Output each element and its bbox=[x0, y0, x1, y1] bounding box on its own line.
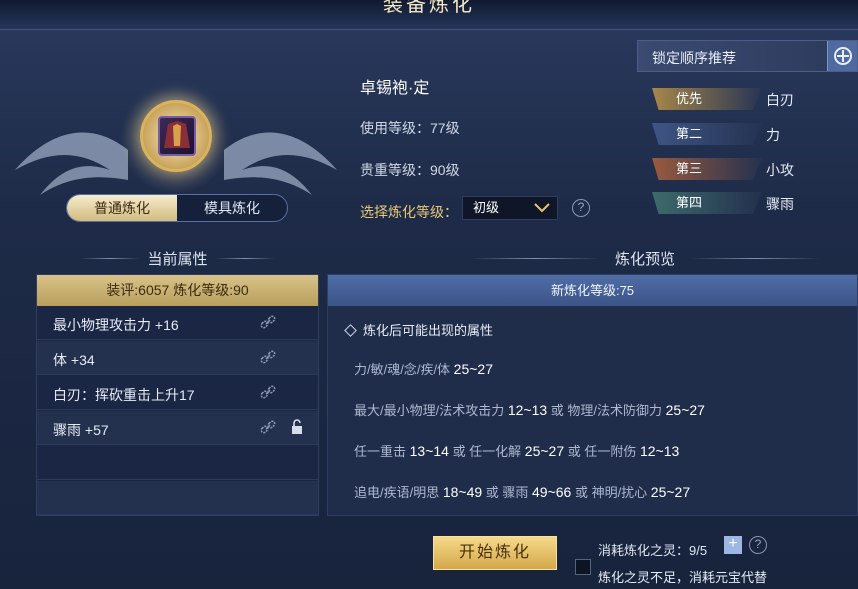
value-range: 49~66 bbox=[532, 484, 572, 500]
attribute-row bbox=[37, 446, 318, 480]
value-range: 12~13 bbox=[639, 443, 680, 459]
mode-tabs: 普通炼化 模具炼化 bbox=[66, 194, 288, 222]
lock-order-row: 第四 骤雨 bbox=[652, 192, 852, 214]
chain-link-icon[interactable] bbox=[260, 384, 276, 400]
value-range: 25~27 bbox=[665, 402, 705, 418]
preview-subtitle-row: 炼化后可能出现的属性 bbox=[344, 320, 494, 339]
heading-divider bbox=[80, 258, 140, 259]
priority-value: 力 bbox=[766, 127, 780, 143]
refine-level-dropdown[interactable]: 初级 bbox=[462, 196, 558, 220]
chevron-down-icon bbox=[534, 203, 550, 213]
title-bar: 装备炼化 bbox=[0, 0, 858, 30]
lock-order-row: 第二力 bbox=[652, 123, 852, 145]
tab-normal-refine[interactable]: 普通炼化 bbox=[67, 195, 177, 221]
attribute-name: 任一重击 bbox=[354, 444, 410, 459]
priority-tag: 第四 bbox=[652, 192, 762, 214]
attribute-name: 或 神明/扰心 bbox=[571, 485, 651, 500]
use-ingot-checkbox[interactable] bbox=[575, 559, 591, 575]
cost-value: 9/5 bbox=[689, 543, 708, 558]
preview-attribute-line: 追电/疾语/明思 18~49 或 骤雨 49~66 或 神明/扰心 25~27 bbox=[354, 482, 690, 501]
attribute-text: 白刃：挥砍重击上升17 bbox=[53, 387, 195, 403]
attribute-row: 骤雨 +57 bbox=[37, 411, 318, 445]
chain-link-icon[interactable] bbox=[260, 314, 276, 330]
left-wing-ornament bbox=[15, 132, 128, 195]
lock-settings-icon bbox=[834, 47, 852, 65]
attribute-row bbox=[37, 481, 318, 515]
value-range: 12~13 bbox=[507, 402, 548, 418]
refine-level-help-icon[interactable]: ? bbox=[572, 199, 590, 217]
insufficient-warning: 炼化之灵不足，消耗元宝代替 bbox=[598, 570, 768, 585]
value-range: 25~27 bbox=[524, 443, 565, 459]
attribute-name: 或 骤雨 bbox=[482, 485, 533, 500]
preview-heading: 炼化预览 bbox=[614, 251, 675, 268]
attribute-row: 白刃：挥砍重击上升17 bbox=[37, 376, 318, 410]
priority-value: 小攻 bbox=[766, 162, 794, 178]
value-level: 贵重等级：90级 bbox=[360, 162, 460, 178]
priority-tag: 第三 bbox=[652, 158, 762, 180]
preview-attribute-line: 力/敏/魂/念/疾/体 25~27 bbox=[354, 359, 493, 378]
heading-divider bbox=[215, 258, 275, 259]
attribute-name: 力/敏/魂/念/疾/体 bbox=[354, 362, 454, 377]
start-refine-button[interactable]: 开始炼化 bbox=[433, 536, 557, 570]
preview-attribute-line: 任一重击 13~14 或 任一化解 25~27 或 任一附伤 12~13 bbox=[354, 441, 679, 460]
value-range: 25~27 bbox=[453, 361, 493, 377]
lock-order-settings-button[interactable] bbox=[827, 41, 857, 71]
tab-mold-refine[interactable]: 模具炼化 bbox=[177, 195, 287, 221]
chain-link-icon[interactable] bbox=[260, 419, 276, 435]
current-attr-heading: 当前属性 bbox=[147, 251, 208, 268]
lock-order-panel: 锁定顺序推荐 bbox=[637, 40, 858, 72]
preview-header: 新炼化等级:75 bbox=[328, 275, 857, 306]
priority-tag: 优先 bbox=[652, 88, 762, 110]
lock-order-row: 第三 小攻 bbox=[652, 158, 852, 180]
preview-subtitle: 炼化后可能出现的属性 bbox=[363, 323, 494, 338]
right-wing-ornament bbox=[224, 132, 337, 195]
lock-order-title: 锁定顺序推荐 bbox=[652, 50, 736, 66]
attribute-name: 或 物理/法术防御力 bbox=[547, 403, 666, 418]
use-level: 使用等级：77级 bbox=[360, 120, 460, 136]
refine-preview-panel: 新炼化等级:75 炼化后可能出现的属性 力/敏/魂/念/疾/体 25~27 最大/… bbox=[327, 274, 858, 516]
robe-item-icon[interactable] bbox=[158, 116, 196, 156]
value-range: 18~49 bbox=[442, 484, 483, 500]
chain-link-icon[interactable] bbox=[260, 349, 276, 365]
value-range: 13~14 bbox=[409, 443, 449, 459]
refine-level-value: 初级 bbox=[473, 200, 500, 215]
cost-row: 消耗炼化之灵：9/5 bbox=[598, 540, 707, 559]
refine-level-label: 选择炼化等级： bbox=[360, 204, 458, 220]
cost-help-icon[interactable]: ? bbox=[749, 536, 767, 554]
attribute-name: 或 任一附伤 bbox=[564, 444, 640, 459]
current-attributes-panel: 装评:6057 炼化等级:90 最小物理攻击力 +16 体 +34 白刃：挥砍重击上… bbox=[36, 274, 319, 516]
current-attr-header: 装评:6057 炼化等级:90 bbox=[37, 275, 318, 306]
attribute-text: 骤雨 +57 bbox=[53, 422, 109, 438]
heading-divider bbox=[690, 258, 820, 259]
attribute-name: 最大/最小物理/法术攻击力 bbox=[354, 403, 508, 418]
priority-value: 骤雨 bbox=[766, 196, 794, 212]
attribute-name: 或 任一化解 bbox=[448, 444, 525, 459]
add-spirit-button[interactable]: + bbox=[724, 536, 742, 554]
attribute-row: 体 +34 bbox=[37, 341, 318, 375]
cost-label: 消耗炼化之灵： bbox=[598, 543, 690, 558]
attribute-text: 体 +34 bbox=[53, 352, 95, 368]
priority-tag: 第二 bbox=[652, 123, 762, 145]
lock-order-row: 优先 白刃 bbox=[652, 88, 852, 110]
attribute-text: 最小物理攻击力 +16 bbox=[53, 317, 179, 333]
preview-attribute-line: 最大/最小物理/法术攻击力 12~13 或 物理/法术防御力 25~27 bbox=[354, 400, 705, 419]
lock-icon[interactable] bbox=[289, 419, 305, 435]
diamond-icon bbox=[344, 324, 357, 337]
heading-divider bbox=[470, 258, 600, 259]
priority-value: 白刃 bbox=[766, 92, 794, 108]
attribute-row: 最小物理攻击力 +16 bbox=[37, 306, 318, 340]
attribute-name: 追电/疾语/明思 bbox=[354, 485, 443, 500]
item-name: 卓锡袍·定 bbox=[360, 80, 430, 97]
window-title: 装备炼化 bbox=[383, 0, 475, 16]
value-range: 25~27 bbox=[650, 484, 691, 500]
